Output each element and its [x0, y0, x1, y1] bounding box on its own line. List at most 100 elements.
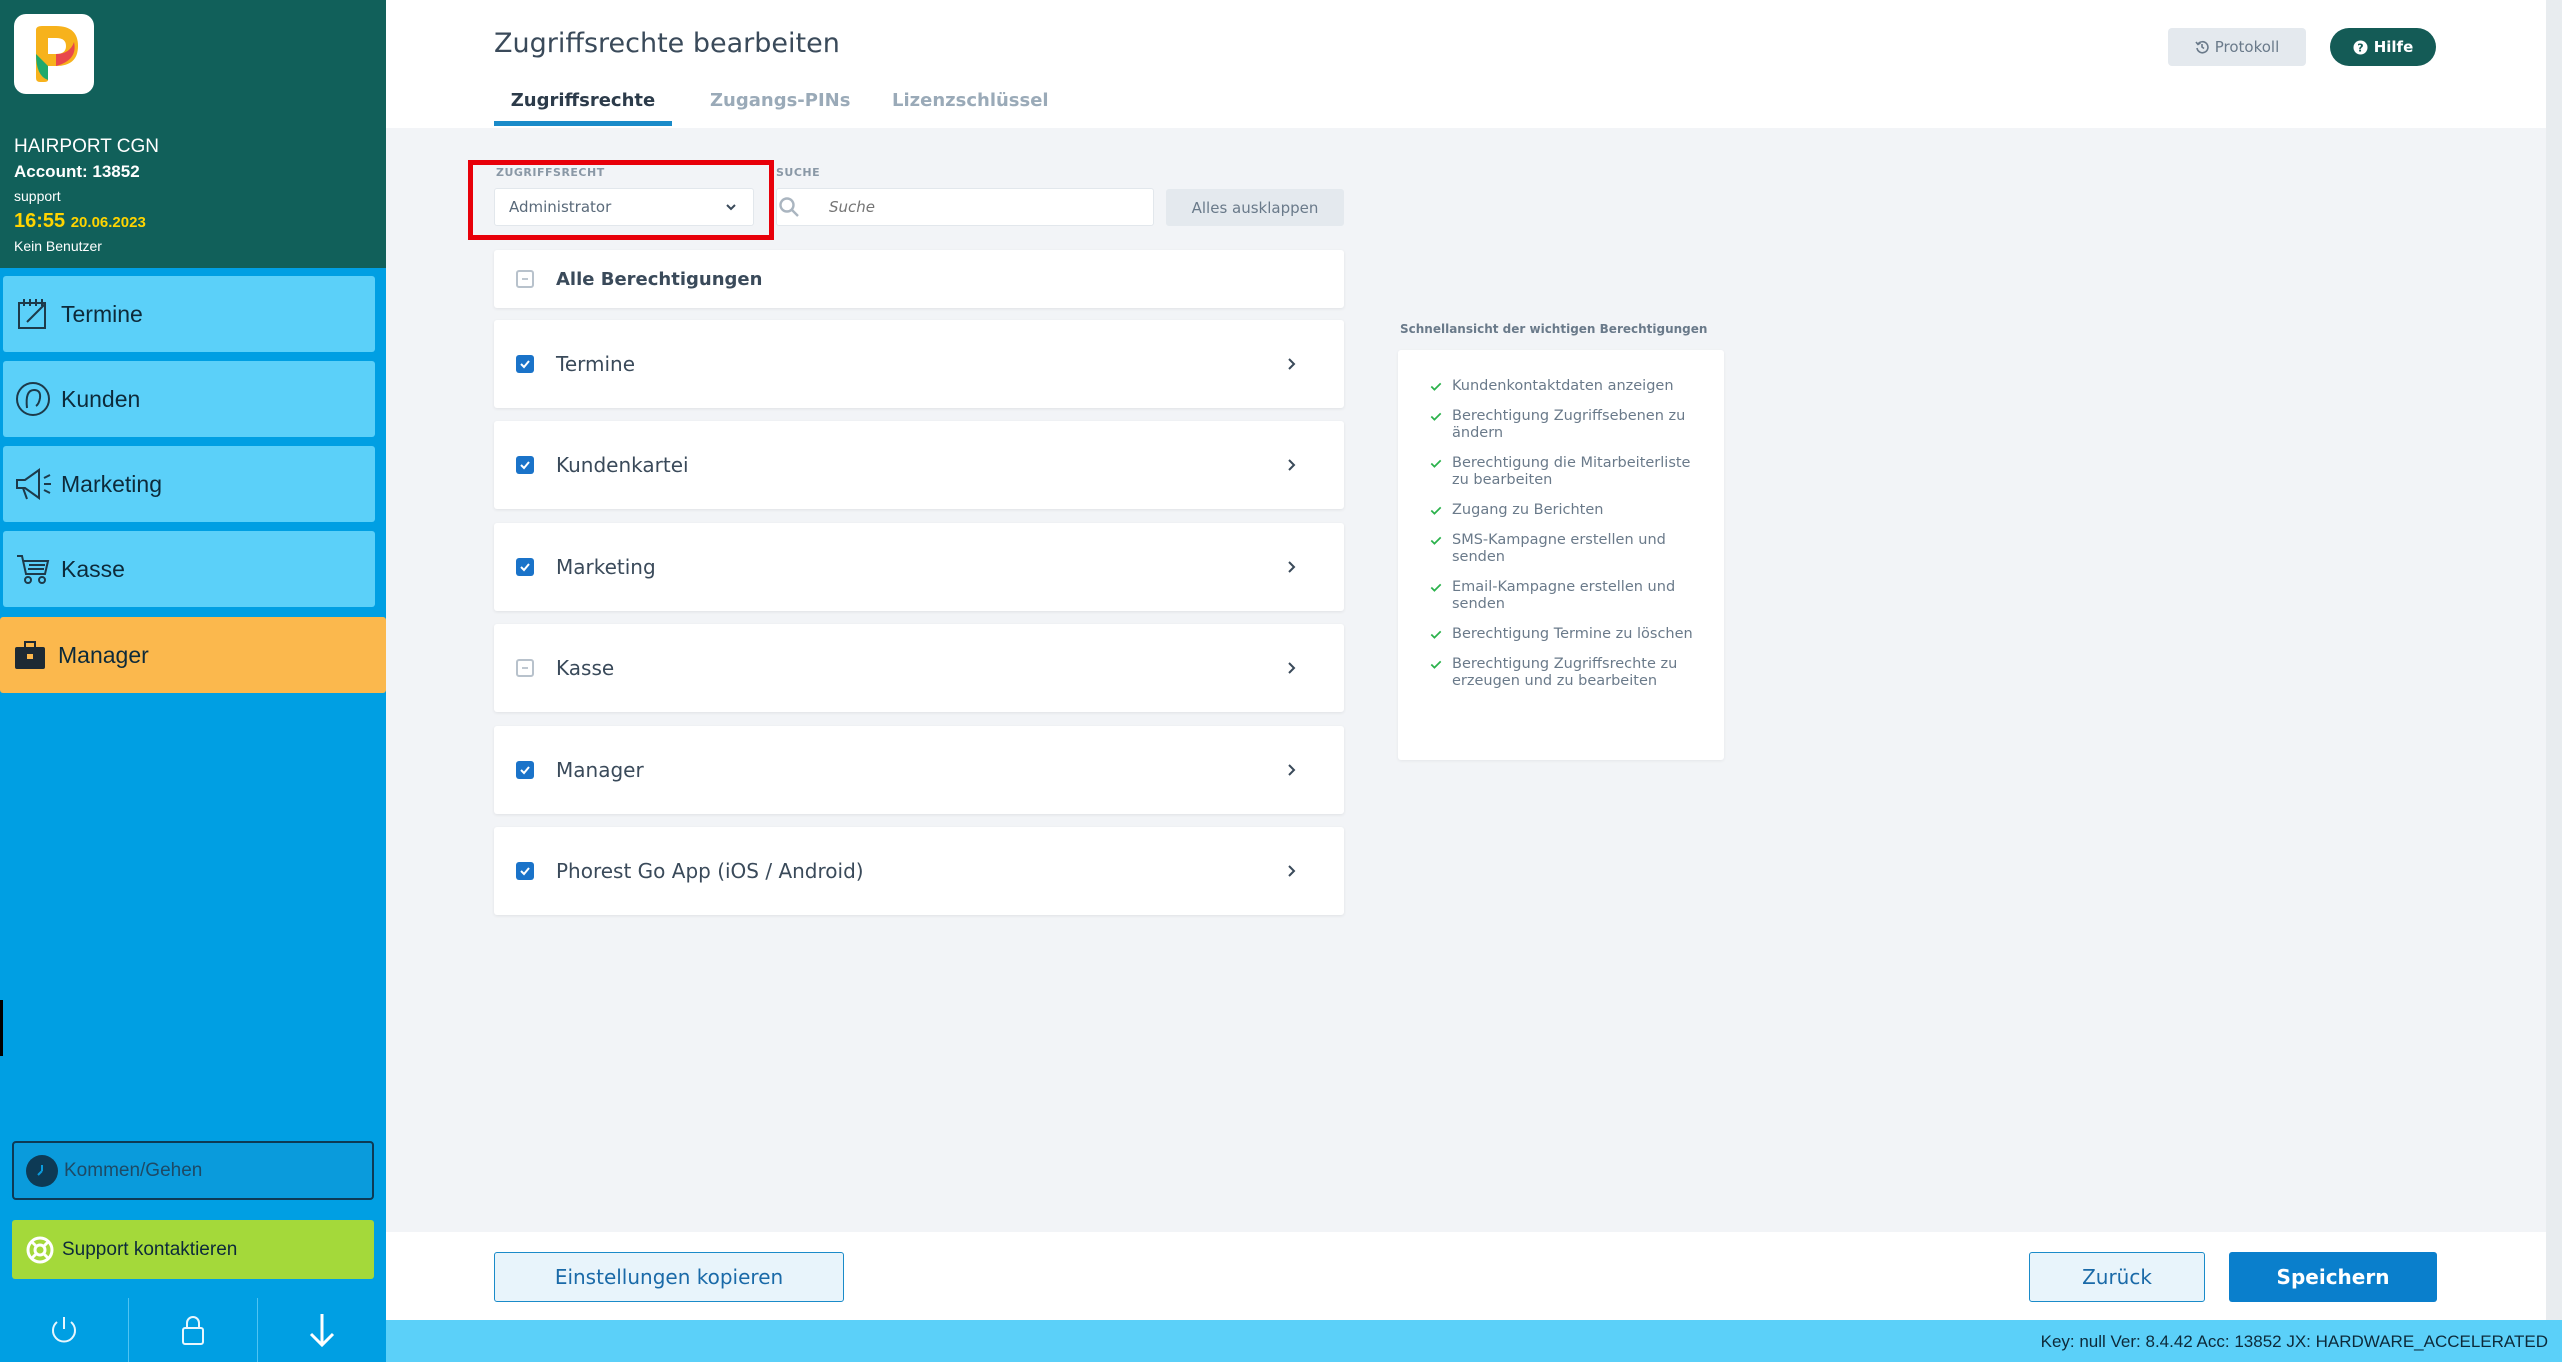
window-edge — [0, 1000, 3, 1056]
quickview-item-text: Berechtigung Termine zu löschen — [1452, 626, 1693, 642]
quickview-item: Berechtigung Zugriffsrechte zu erzeugen … — [1428, 656, 1704, 690]
clock: 16:55 20.06.2023 — [14, 210, 146, 233]
kommen-gehen-label: Kommen/Gehen — [64, 1159, 203, 1181]
download-button[interactable] — [258, 1298, 386, 1362]
checkbox-checked[interactable] — [516, 456, 534, 474]
tab-lizenzschluessel[interactable]: Lizenzschlüssel — [892, 90, 1049, 121]
quickview-item: Zugang zu Berichten — [1428, 502, 1704, 519]
page-title: Zugriffsrechte bearbeiten — [494, 28, 840, 59]
permission-row-kundenkartei[interactable]: Kundenkartei — [494, 421, 1344, 509]
permission-row-termine[interactable]: Termine — [494, 320, 1344, 408]
permission-label: Kundenkartei — [556, 453, 689, 477]
history-icon — [2195, 40, 2209, 54]
chevron-right-icon — [1288, 764, 1296, 776]
briefcase-icon — [2, 639, 58, 671]
nav-kunden[interactable]: Kunden — [3, 361, 375, 437]
permission-row-marketing[interactable]: Marketing — [494, 523, 1344, 611]
cart-icon — [5, 552, 61, 586]
protokoll-button[interactable]: Protokoll — [2168, 28, 2306, 66]
chevron-right-icon — [1288, 561, 1296, 573]
nav-label: Kunden — [61, 385, 141, 412]
power-button[interactable] — [0, 1298, 129, 1362]
customer-icon — [5, 380, 61, 418]
quickview-item-text: Zugang zu Berichten — [1452, 502, 1604, 518]
permission-row-phorest-go-app[interactable]: Phorest Go App (iOS / Android) — [494, 827, 1344, 915]
calendar-icon — [5, 296, 61, 332]
back-button[interactable]: Zurück — [2029, 1252, 2205, 1302]
all-permissions-row[interactable]: Alle Berechtigungen — [494, 250, 1344, 308]
check-icon — [1430, 630, 1442, 639]
search-label: SUCHE — [776, 166, 821, 179]
check-icon — [1430, 660, 1442, 669]
checkbox-partial[interactable] — [516, 270, 534, 288]
search-input[interactable] — [829, 198, 1129, 216]
checkbox-checked[interactable] — [516, 761, 534, 779]
kommen-gehen-button[interactable]: Kommen/Gehen — [12, 1141, 374, 1200]
scrollbar-track[interactable] — [2546, 0, 2562, 1320]
nav-termine[interactable]: Termine — [3, 276, 375, 352]
highlight-box — [468, 160, 774, 240]
clock-time: 16:55 — [14, 210, 66, 232]
permission-row-manager[interactable]: Manager — [494, 726, 1344, 814]
check-icon — [1430, 506, 1442, 515]
chevron-right-icon — [1288, 358, 1296, 370]
check-icon — [1430, 412, 1442, 421]
nav-marketing[interactable]: Marketing — [3, 446, 375, 522]
permission-label: Manager — [556, 758, 644, 782]
permission-label: Termine — [556, 352, 636, 376]
checkbox-checked[interactable] — [516, 558, 534, 576]
support-label: Support kontaktieren — [62, 1238, 238, 1260]
permission-label: Marketing — [556, 555, 656, 579]
nav-kasse[interactable]: Kasse — [3, 531, 375, 607]
quickview-item: Berechtigung die Mitarbeiterliste zu bea… — [1428, 455, 1704, 489]
search-icon — [779, 197, 799, 217]
tab-zugriffsrechte[interactable]: Zugriffsrechte — [494, 90, 672, 126]
nav-label: Manager — [58, 641, 149, 668]
clock-date: 20.06.2023 — [70, 214, 146, 231]
megaphone-icon — [5, 466, 61, 502]
phorest-logo — [14, 14, 94, 94]
quickview-item: Berechtigung Termine zu löschen — [1428, 626, 1704, 643]
action-footer: Einstellungen kopieren Zurück Speichern — [386, 1232, 2546, 1320]
checkbox-checked[interactable] — [516, 862, 534, 880]
expand-all-button[interactable]: Alles ausklappen — [1166, 189, 1344, 226]
permission-label: Kasse — [556, 656, 615, 680]
quickview-item-text: SMS-Kampagne erstellen und senden — [1452, 532, 1666, 565]
save-button[interactable]: Speichern — [2229, 1252, 2437, 1302]
lock-icon — [182, 1316, 204, 1345]
sidebar-bottom-bar — [0, 1298, 386, 1362]
check-icon — [1430, 536, 1442, 545]
support-button[interactable]: Support kontaktieren — [12, 1220, 374, 1279]
clock-icon — [26, 1154, 58, 1187]
sidebar-header: HAIRPORT CGN Account: 13852 support 16:5… — [0, 0, 386, 268]
protokoll-label: Protokoll — [2214, 38, 2280, 56]
checkbox-partial[interactable] — [516, 659, 534, 677]
quickview-item-text: Kundenkontaktdaten anzeigen — [1452, 378, 1674, 394]
copy-settings-button[interactable]: Einstellungen kopieren — [494, 1252, 844, 1302]
chevron-right-icon — [1288, 662, 1296, 674]
hilfe-button[interactable]: ? Hilfe — [2330, 28, 2436, 66]
checkbox-checked[interactable] — [516, 355, 534, 373]
search-field[interactable] — [776, 188, 1154, 226]
quickview-item: Email-Kampagne erstellen und senden — [1428, 579, 1704, 613]
quickview-title: Schnellansicht der wichtigen Berechtigun… — [1400, 322, 1708, 336]
permission-row-kasse[interactable]: Kasse — [494, 624, 1344, 712]
tab-zugangs-pins[interactable]: Zugangs-PINs — [710, 90, 850, 121]
quickview-item: Kundenkontaktdaten anzeigen — [1428, 378, 1704, 395]
chevron-right-icon — [1288, 459, 1296, 471]
power-icon — [52, 1317, 76, 1343]
hilfe-label: Hilfe — [2373, 38, 2414, 56]
nav-manager[interactable]: Manager — [0, 617, 386, 693]
lock-button[interactable] — [129, 1298, 258, 1362]
nav-label: Termine — [61, 300, 143, 327]
quickview-item: SMS-Kampagne erstellen und senden — [1428, 532, 1704, 566]
user-name: support — [14, 188, 61, 204]
quickview-item-text: Email-Kampagne erstellen und senden — [1452, 579, 1676, 612]
permission-label: Alle Berechtigungen — [556, 268, 763, 290]
lifebuoy-icon — [24, 1234, 56, 1266]
permission-label: Phorest Go App (iOS / Android) — [556, 859, 864, 883]
company-name: HAIRPORT CGN — [14, 136, 159, 157]
check-icon — [1430, 459, 1442, 468]
account-number: Account: 13852 — [14, 162, 140, 181]
quickview-panel: Kundenkontaktdaten anzeigen Berechtigung… — [1398, 350, 1724, 760]
